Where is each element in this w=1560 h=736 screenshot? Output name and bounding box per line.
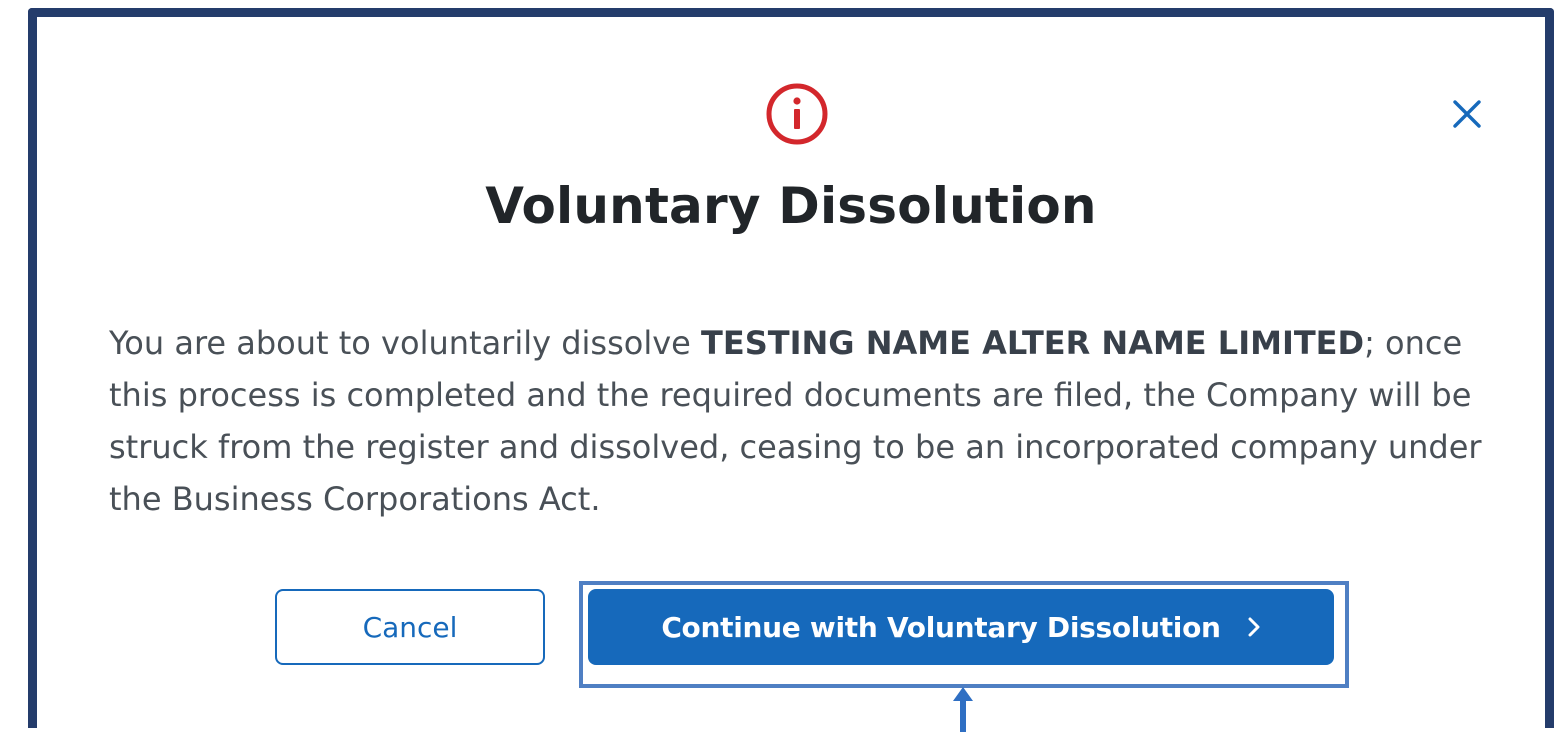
dialog-message: You are about to voluntarily dissolve TE… (109, 317, 1509, 525)
continue-voluntary-dissolution-button[interactable]: Continue with Voluntary Dissolution (588, 589, 1334, 665)
message-prefix: You are about to voluntarily dissolve (109, 324, 702, 362)
info-circle-icon (765, 82, 829, 146)
window-frame: Voluntary Dissolution You are about to v… (28, 8, 1554, 732)
company-name: TESTING NAME ALTER NAME LIMITED (701, 324, 1365, 362)
annotation-arrow-icon (951, 687, 975, 732)
continue-button-label: Continue with Voluntary Dissolution (661, 610, 1221, 644)
dialog-title: Voluntary Dissolution (485, 177, 1097, 235)
cancel-button[interactable]: Cancel (275, 589, 545, 665)
cancel-button-label: Cancel (362, 610, 458, 644)
close-icon[interactable] (1442, 89, 1492, 139)
voluntary-dissolution-dialog: Voluntary Dissolution You are about to v… (37, 17, 1545, 732)
chevron-right-icon (1247, 616, 1261, 638)
